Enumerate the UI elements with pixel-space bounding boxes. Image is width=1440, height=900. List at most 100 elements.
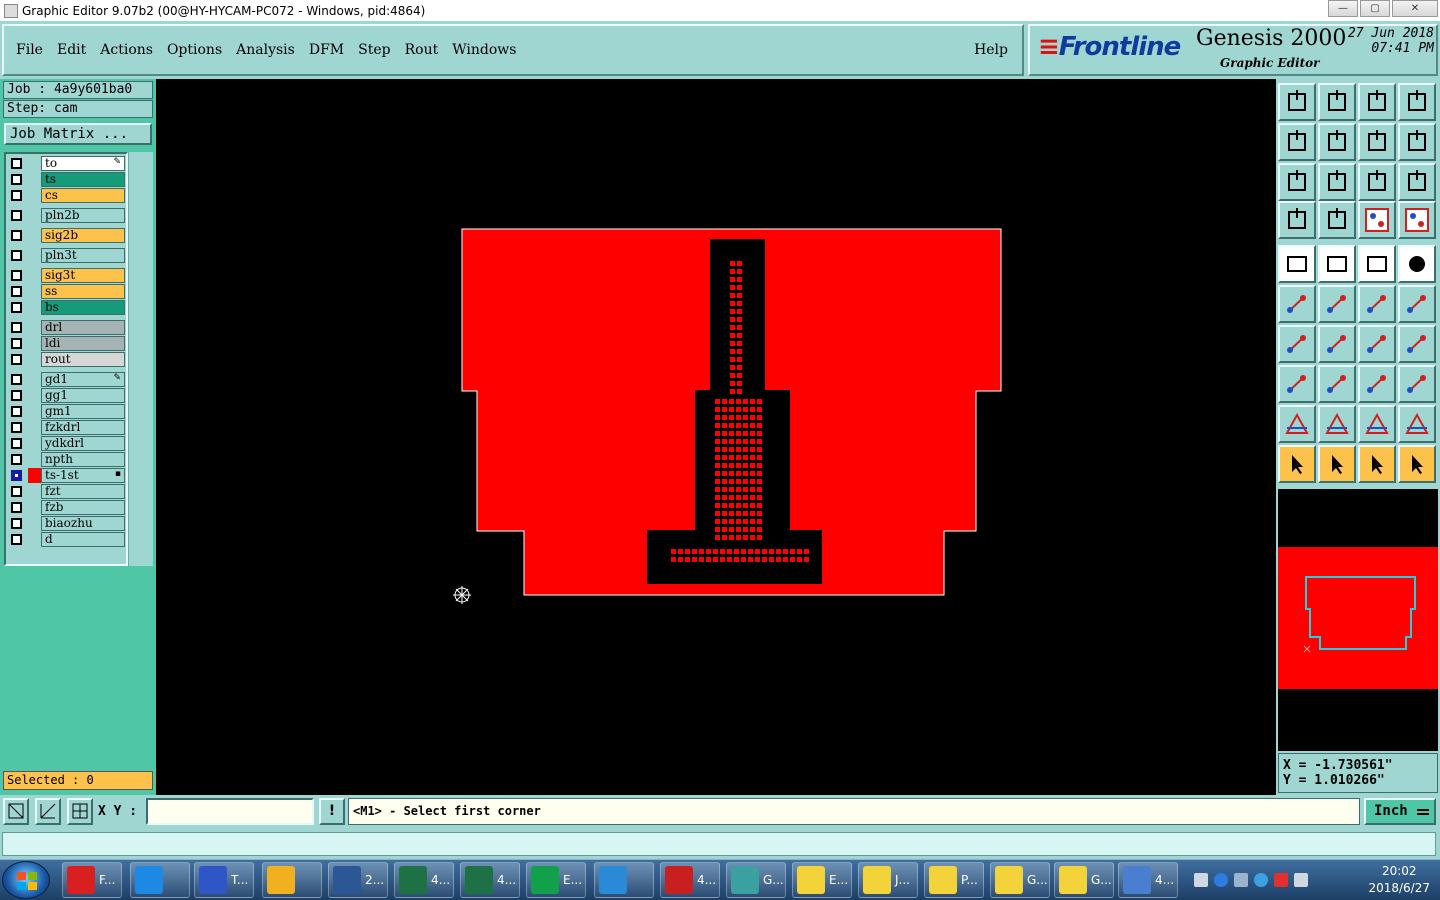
resize-button[interactable]: [1358, 365, 1396, 403]
layer-name[interactable]: d: [41, 532, 125, 547]
graphic-canvas[interactable]: [156, 79, 1276, 795]
layer-row-fzb[interactable]: fzb: [8, 500, 125, 515]
menu-step[interactable]: Step: [358, 42, 390, 58]
taskbar-item[interactable]: E...: [526, 862, 586, 898]
layer-row-biaozhu[interactable]: biaozhu: [8, 516, 125, 531]
slope-button[interactable]: [1318, 325, 1356, 363]
layer-name[interactable]: gd1: [41, 372, 125, 387]
close-button[interactable]: ✕: [1392, 0, 1438, 17]
layer-row-gm1[interactable]: gm1: [8, 404, 125, 419]
menu-windows[interactable]: Windows: [452, 42, 516, 58]
layer-row-ts-1st[interactable]: ts-1st ▪: [8, 468, 125, 483]
layer-checkbox[interactable]: [11, 486, 22, 497]
layer-name[interactable]: bs: [41, 300, 125, 315]
layer-row-fzkdrl[interactable]: fzkdrl: [8, 420, 125, 435]
layer-row-ydkdrl[interactable]: ydkdrl: [8, 436, 125, 451]
layer-checkbox[interactable]: [11, 302, 22, 313]
layer-checkbox[interactable]: [11, 438, 22, 449]
taskbar-item[interactable]: G...: [726, 862, 786, 898]
layer-row-rout[interactable]: rout: [8, 352, 125, 367]
network-globe-icon[interactable]: [1254, 873, 1268, 887]
job-matrix-button[interactable]: Job Matrix ...: [4, 123, 152, 145]
layer-row-sig3t[interactable]: sig3t: [8, 268, 125, 283]
move-button[interactable]: [1278, 365, 1316, 403]
snap-mode-button[interactable]: [3, 798, 29, 825]
triangle-edit-button[interactable]: [1278, 405, 1316, 443]
select-path-button[interactable]: [1398, 445, 1436, 483]
pan-right-button[interactable]: [1318, 123, 1356, 161]
layer-row-d[interactable]: d: [8, 532, 125, 547]
rotate-button[interactable]: [1358, 325, 1396, 363]
zoom-home-button[interactable]: [1278, 83, 1316, 121]
layer-checkbox[interactable]: [11, 390, 22, 401]
maximize-button[interactable]: ▢: [1360, 0, 1390, 17]
redo-view-button[interactable]: [1398, 123, 1436, 161]
layer-checkbox[interactable]: [11, 174, 22, 185]
layer-name[interactable]: sig2b: [41, 228, 125, 243]
select-arrow-button[interactable]: [1278, 445, 1316, 483]
taskbar-item[interactable]: P...: [924, 862, 984, 898]
line-split-button[interactable]: [1318, 365, 1356, 403]
draw-line-button[interactable]: [1318, 245, 1356, 283]
layer-name[interactable]: gm1: [41, 404, 125, 419]
layer-checkbox[interactable]: [11, 286, 22, 297]
grid-button[interactable]: [1318, 201, 1356, 239]
select-cycle-button[interactable]: [1358, 445, 1396, 483]
layer-row-sig2b[interactable]: sig2b: [8, 228, 125, 243]
fit-profile-button[interactable]: [1318, 163, 1356, 201]
taskbar-item[interactable]: [130, 862, 190, 898]
connect-button[interactable]: [1278, 285, 1316, 323]
node-button[interactable]: [1398, 285, 1436, 323]
layer-row-bs[interactable]: bs: [8, 300, 125, 315]
display-icon[interactable]: [1294, 873, 1308, 887]
layer-checkbox[interactable]: [11, 190, 22, 201]
undo-view-button[interactable]: [1358, 123, 1396, 161]
tray-arrow-icon[interactable]: [1234, 873, 1248, 887]
layer-name[interactable]: pln2b: [41, 208, 125, 223]
taskbar-item[interactable]: [594, 862, 654, 898]
taskbar-item[interactable]: 4...: [1118, 862, 1178, 898]
angle-button[interactable]: [1278, 325, 1316, 363]
pan-left-button[interactable]: [1278, 123, 1316, 161]
taskbar-item[interactable]: T...: [194, 862, 254, 898]
query-button[interactable]: [1398, 163, 1436, 201]
layer-checkbox[interactable]: [11, 374, 22, 385]
grid-snap-button[interactable]: [67, 798, 93, 825]
layer-checkbox[interactable]: [11, 210, 22, 221]
layer-row-ts[interactable]: ts: [8, 172, 125, 187]
triangle-outline-button[interactable]: [1358, 405, 1396, 443]
action-center-icon[interactable]: [1274, 873, 1288, 887]
taskbar-item[interactable]: 2...: [328, 862, 388, 898]
layer-checkbox[interactable]: [11, 354, 22, 365]
alert-button[interactable]: !: [319, 798, 345, 825]
triangle-measure-button[interactable]: [1398, 405, 1436, 443]
layer-name[interactable]: sig3t: [41, 268, 125, 283]
layer-checkbox[interactable]: [11, 270, 22, 281]
layer-checkbox[interactable]: [11, 502, 22, 513]
menu-edit[interactable]: Edit: [57, 42, 86, 58]
layer-compare-button[interactable]: [1358, 201, 1396, 239]
layer-row-fzt[interactable]: fzt: [8, 484, 125, 499]
layer-name[interactable]: ss: [41, 284, 125, 299]
units-selector[interactable]: Inch: [1364, 798, 1436, 825]
layer-row-gg1[interactable]: gg1: [8, 388, 125, 403]
layer-name[interactable]: ts: [41, 172, 125, 187]
layer-checkbox[interactable]: [11, 422, 22, 433]
layer-name[interactable]: ts-1st: [41, 468, 125, 483]
draw-settings-button[interactable]: [1278, 201, 1316, 239]
layer-name[interactable]: fzkdrl: [41, 420, 125, 435]
menu-options[interactable]: Options: [167, 42, 222, 58]
layer-name[interactable]: pln3t: [41, 248, 125, 263]
layer-checkbox[interactable]: [11, 454, 22, 465]
layer-name[interactable]: gg1: [41, 388, 125, 403]
pan-down-button[interactable]: [1318, 83, 1356, 121]
cross-button[interactable]: [1318, 285, 1356, 323]
scale-1-to-2-button[interactable]: [1358, 163, 1396, 201]
taskbar-item[interactable]: J...: [858, 862, 918, 898]
help-icon[interactable]: [1214, 873, 1228, 887]
layer-name[interactable]: rout: [41, 352, 125, 367]
taskbar-item[interactable]: G...: [1054, 862, 1114, 898]
layer-checkbox[interactable]: [11, 470, 22, 481]
menu-dfm[interactable]: DFM: [309, 42, 344, 58]
layer-name[interactable]: fzb: [41, 500, 125, 515]
